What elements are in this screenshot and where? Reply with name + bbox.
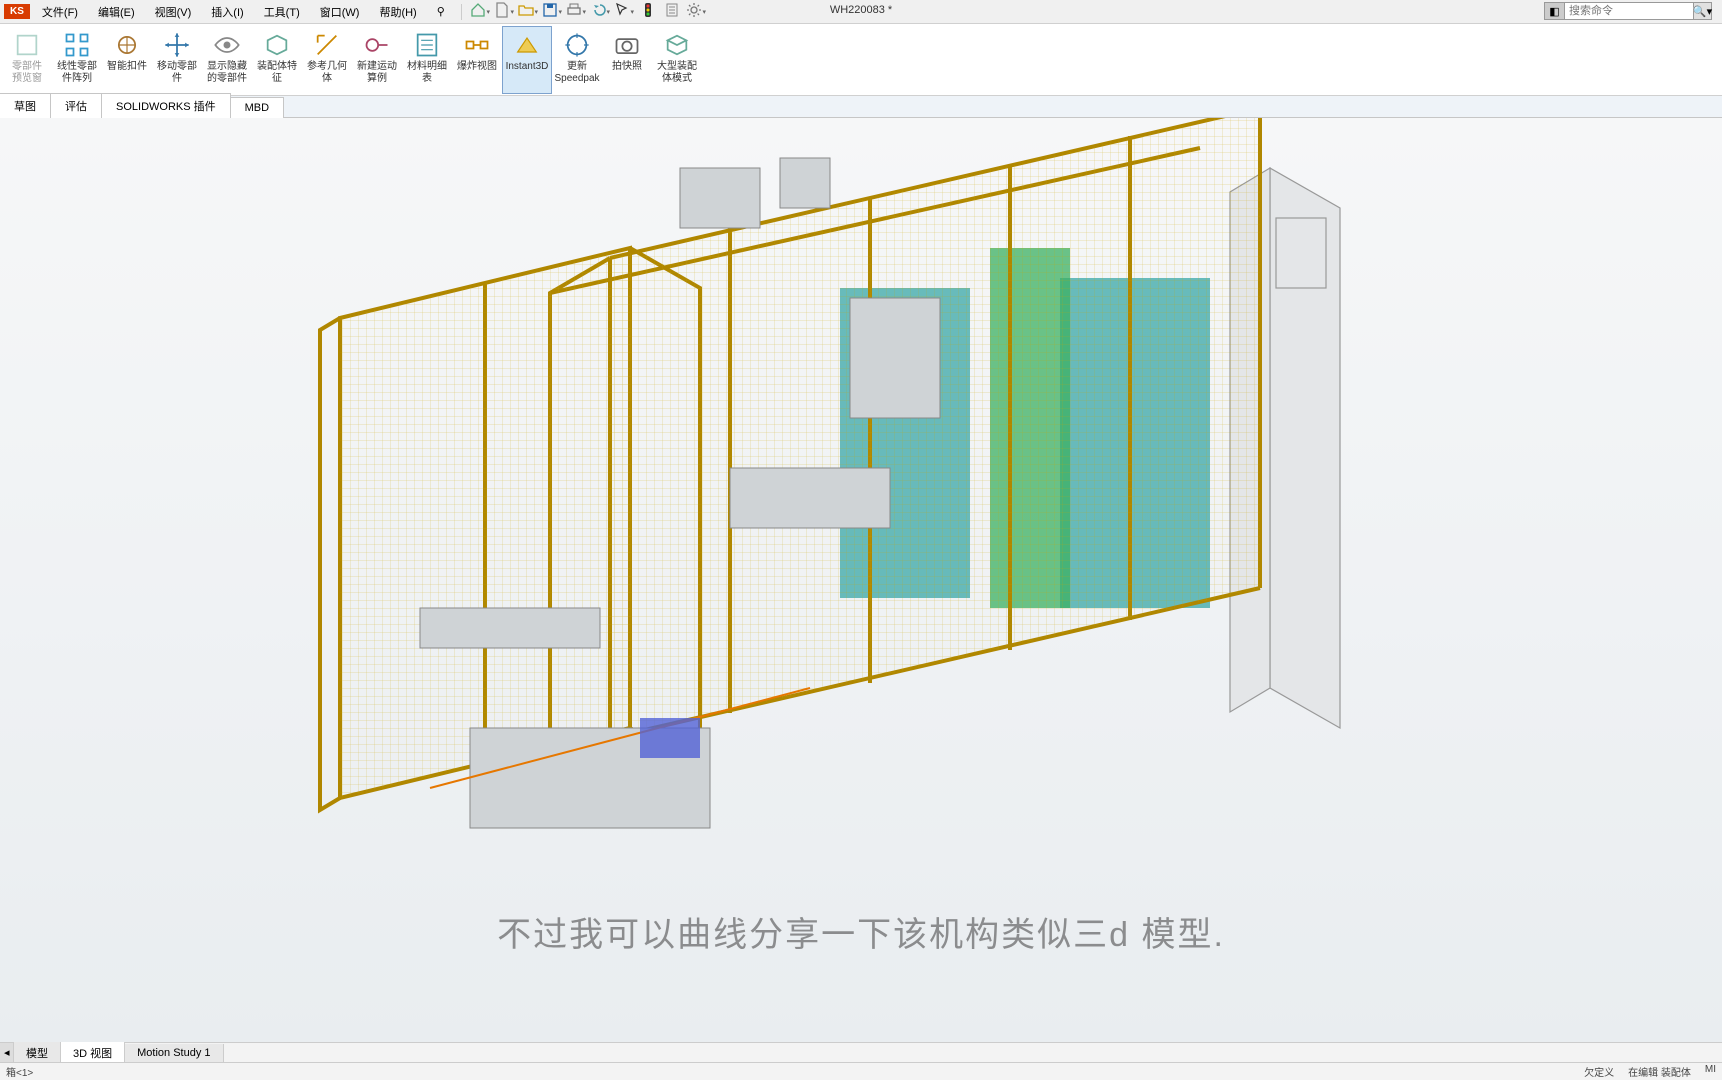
print-icon bbox=[566, 2, 582, 21]
feature-icon bbox=[263, 31, 291, 59]
ribbon-label: 爆炸视图 bbox=[457, 61, 497, 73]
save-button[interactable]: ▾ bbox=[542, 2, 562, 22]
menu-pin-icon[interactable]: ⚲ bbox=[429, 2, 453, 21]
open-folder-icon bbox=[518, 2, 534, 21]
view-tab-motion[interactable]: Motion Study 1 bbox=[125, 1044, 223, 1062]
fastener-icon bbox=[113, 31, 141, 59]
ribbon-assembly-features[interactable]: 装配体特征 bbox=[252, 26, 302, 94]
status-underdefined: 欠定义 bbox=[1584, 1064, 1614, 1079]
ribbon-move-component[interactable]: 移动零部件 bbox=[152, 26, 202, 94]
ribbon-take-snapshot[interactable]: 拍快照 bbox=[602, 26, 652, 94]
menu-tools[interactable]: 工具(T) bbox=[256, 1, 308, 23]
ribbon-bom[interactable]: 材料明细表 bbox=[402, 26, 452, 94]
document-title: WH220083 * bbox=[830, 4, 892, 16]
ribbon-exploded-view[interactable]: 爆炸视图 bbox=[452, 26, 502, 94]
graphics-area[interactable]: 不过我可以曲线分享一下该机构类似三d 模型. bbox=[0, 118, 1722, 1046]
view-tab-model[interactable]: 模型 bbox=[14, 1042, 61, 1064]
menu-help[interactable]: 帮助(H) bbox=[371, 1, 424, 23]
ribbon-label: 材料明细表 bbox=[403, 61, 451, 85]
search-icon: 🔍 bbox=[1693, 5, 1707, 18]
options-button[interactable] bbox=[662, 2, 682, 22]
ribbon-label: 装配体特征 bbox=[253, 61, 301, 85]
pattern-icon bbox=[63, 31, 91, 59]
menu-file[interactable]: 文件(F) bbox=[34, 1, 86, 23]
print-button[interactable]: ▾ bbox=[566, 2, 586, 22]
menu-insert[interactable]: 插入(I) bbox=[203, 1, 251, 23]
assembly-3d-model bbox=[310, 118, 1390, 928]
ribbon-label: 移动零部件 bbox=[153, 61, 201, 85]
cm-tab-evaluate[interactable]: 评估 bbox=[51, 93, 102, 118]
ribbon-update-speedpak[interactable]: 更新Speedpak bbox=[552, 26, 602, 94]
cm-tab-mbd[interactable]: MBD bbox=[231, 97, 284, 118]
search-input[interactable] bbox=[1564, 2, 1694, 20]
ribbon-label: 零部件预览窗 bbox=[12, 61, 42, 85]
ribbon-insert-components: 零部件预览窗 bbox=[2, 26, 52, 94]
save-icon bbox=[542, 2, 558, 21]
traffic-light-icon bbox=[640, 2, 656, 21]
document-options-icon bbox=[664, 2, 680, 21]
bom-icon bbox=[413, 31, 441, 59]
gear-icon bbox=[686, 2, 702, 21]
ribbon-label: 线性零部件阵列 bbox=[53, 61, 101, 85]
move-icon bbox=[163, 31, 191, 59]
ribbon-label: 智能扣件 bbox=[107, 61, 147, 73]
refgeom-icon bbox=[313, 31, 341, 59]
menu-window[interactable]: 窗口(W) bbox=[312, 1, 368, 23]
ribbon-instant3d[interactable]: Instant3D bbox=[502, 26, 552, 94]
view-tabs-bar: ◂ 模型3D 视图Motion Study 1 bbox=[0, 1042, 1722, 1062]
ribbon-large-assembly[interactable]: 大型装配体模式 bbox=[652, 26, 702, 94]
view-tab-3dview[interactable]: 3D 视图 bbox=[61, 1042, 125, 1064]
ribbon-reference-geometry[interactable]: 参考几何体 bbox=[302, 26, 352, 94]
undo-icon bbox=[590, 2, 606, 21]
status-editing: 在编辑 装配体 bbox=[1628, 1064, 1691, 1079]
instant3d-icon bbox=[513, 31, 541, 59]
menu-bar: KS 文件(F) 编辑(E) 视图(V) 插入(I) 工具(T) 窗口(W) 帮… bbox=[0, 0, 1722, 24]
command-search: ◧ 🔍▾ bbox=[1544, 2, 1712, 20]
ribbon-label: 拍快照 bbox=[612, 61, 642, 73]
open-button[interactable]: ▾ bbox=[518, 2, 538, 22]
cm-tab-plugins[interactable]: SOLIDWORKS 插件 bbox=[102, 93, 231, 118]
status-selection: 箱<1> bbox=[6, 1064, 33, 1079]
search-button[interactable]: 🔍▾ bbox=[1694, 2, 1712, 20]
cursor-icon bbox=[614, 2, 630, 21]
snapshot-icon bbox=[613, 31, 641, 59]
view-tabs-scroll-left[interactable]: ◂ bbox=[0, 1043, 14, 1062]
new-button[interactable]: ▾ bbox=[494, 2, 514, 22]
visibility-icon bbox=[213, 31, 241, 59]
menu-view[interactable]: 视图(V) bbox=[147, 1, 200, 23]
ribbon-label: 大型装配体模式 bbox=[653, 61, 701, 85]
select-button[interactable]: ▾ bbox=[614, 2, 634, 22]
exploded-icon bbox=[463, 31, 491, 59]
video-subtitle-overlay: 不过我可以曲线分享一下该机构类似三d 模型. bbox=[497, 907, 1225, 956]
settings-button[interactable]: ▾ bbox=[686, 2, 706, 22]
motion-icon bbox=[363, 31, 391, 59]
undo-button[interactable]: ▾ bbox=[590, 2, 610, 22]
ribbon-toolbar: 零部件预览窗线性零部件阵列智能扣件移动零部件显示隐藏的零部件装配体特征参考几何体… bbox=[0, 24, 1722, 96]
menu-edit[interactable]: 编辑(E) bbox=[90, 1, 143, 23]
command-manager-tabs: 草图评估SOLIDWORKS 插件MBD bbox=[0, 96, 1722, 118]
cm-tab-sketch[interactable]: 草图 bbox=[0, 93, 51, 118]
rebuild-button[interactable] bbox=[638, 2, 658, 22]
ribbon-label: Instant3D bbox=[506, 61, 549, 73]
home-icon bbox=[470, 2, 486, 21]
app-badge: KS bbox=[4, 4, 30, 19]
ribbon-label: 参考几何体 bbox=[303, 61, 351, 85]
ribbon-linear-pattern[interactable]: 线性零部件阵列 bbox=[52, 26, 102, 94]
home-button[interactable]: ▾ bbox=[470, 2, 490, 22]
status-units: MI bbox=[1705, 1064, 1716, 1079]
search-scope-icon[interactable]: ◧ bbox=[1544, 2, 1564, 20]
component-icon bbox=[13, 31, 41, 59]
status-bar: 箱<1> 欠定义 在编辑 装配体 MI bbox=[0, 1062, 1722, 1080]
ribbon-label: 新建运动算例 bbox=[353, 61, 401, 85]
ribbon-new-motion-study[interactable]: 新建运动算例 bbox=[352, 26, 402, 94]
ribbon-show-hidden[interactable]: 显示隐藏的零部件 bbox=[202, 26, 252, 94]
ribbon-label: 显示隐藏的零部件 bbox=[203, 61, 251, 85]
speedpak-icon bbox=[563, 31, 591, 59]
separator bbox=[461, 4, 462, 20]
largeasm-icon bbox=[663, 31, 691, 59]
ribbon-label: 更新Speedpak bbox=[554, 61, 599, 85]
new-doc-icon bbox=[494, 2, 510, 21]
ribbon-smart-fasteners[interactable]: 智能扣件 bbox=[102, 26, 152, 94]
